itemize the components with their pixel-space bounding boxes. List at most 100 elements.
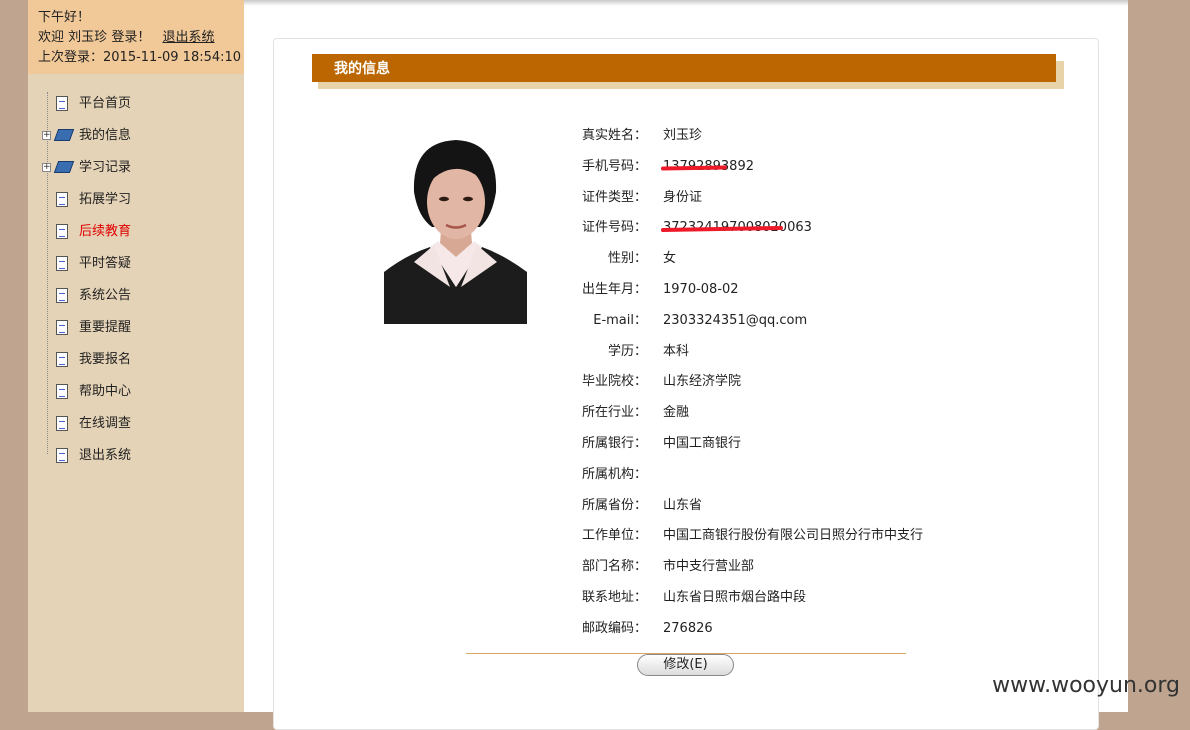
profile-value: 2303324351@qq.com <box>663 312 808 328</box>
sidebar: 下午好！ 欢迎 刘玉珍 登录！ 退出系统 上次登录：2015-11-09 18:… <box>28 0 244 712</box>
sidebar-item[interactable]: 后续教育 <box>28 216 244 248</box>
profile-label: 性别： <box>607 251 647 267</box>
sidebar-item-label: 平时答疑 <box>79 256 132 271</box>
profile-row: 出生年月： 1970-08-02 <box>556 275 739 306</box>
profile-row: 邮政编码： 276826 <box>556 614 713 645</box>
document-icon <box>56 192 68 207</box>
profile-value: 山东省日照市烟台路中段 <box>663 589 807 605</box>
profile-label: 部门名称： <box>581 559 647 575</box>
profile-label: 证件号码： <box>581 220 647 236</box>
sidebar-item-label: 平台首页 <box>79 96 132 111</box>
user-name: 刘玉珍 <box>68 30 108 45</box>
document-icon <box>56 224 68 239</box>
profile-row: 学历： 本科 <box>556 337 689 368</box>
redaction-mark <box>660 165 728 171</box>
profile-value: 1970-08-02 <box>663 281 739 297</box>
profile-label: 联系地址： <box>581 589 647 605</box>
profile-label: E-mail： <box>593 312 647 328</box>
expand-icon[interactable]: + <box>42 163 51 172</box>
sidebar-item[interactable]: + 学习记录 <box>28 152 244 184</box>
sidebar-tree: 平台首页 + 我的信息 + 学习记录拓展学习后续教育平时答疑系统公告重要提醒我要报名帮助… <box>28 88 244 472</box>
profile-label: 所属省份： <box>581 497 647 513</box>
profile-row: 联系地址： 山东省日照市烟台路中段 <box>556 583 806 614</box>
profile-value: 山东经济学院 <box>663 374 742 390</box>
document-icon <box>56 256 68 271</box>
sidebar-item[interactable]: 系统公告 <box>28 280 244 312</box>
profile-photo <box>384 137 527 324</box>
document-icon <box>56 352 68 367</box>
profile-row: 所在行业： 金融 <box>556 398 689 429</box>
book-icon <box>53 161 75 173</box>
sidebar-item[interactable]: 拓展学习 <box>28 184 244 216</box>
greeting-text: 下午好！ <box>38 10 91 25</box>
profile-value: 刘玉珍 <box>663 128 703 143</box>
profile-row: 毕业院校： 山东经济学院 <box>556 367 741 398</box>
profile-value: 身份证 <box>663 189 703 205</box>
profile-label: 所在行业： <box>581 405 647 421</box>
profile-row: 部门名称： 市中支行营业部 <box>556 552 754 583</box>
sidebar-item[interactable]: 退出系统 <box>28 440 244 472</box>
profile-label: 所属银行： <box>581 435 647 451</box>
profile-label: 所属机构： <box>581 466 647 482</box>
profile-label: 工作单位： <box>581 528 647 544</box>
welcome-prefix: 欢迎 <box>38 30 65 45</box>
profile-row: 所属机构： <box>556 460 647 491</box>
profile-row: E-mail： 2303324351@qq.com <box>556 306 807 337</box>
profile-row: 手机号码：13792893892 <box>556 152 754 183</box>
sidebar-item[interactable]: + 我的信息 <box>28 120 244 152</box>
sidebar-item-label: 系统公告 <box>79 288 132 303</box>
sidebar-item[interactable]: 重要提醒 <box>28 312 244 344</box>
sidebar-item[interactable]: 平时答疑 <box>28 248 244 280</box>
top-shadow <box>244 0 1128 6</box>
sidebar-item-label: 拓展学习 <box>79 192 132 207</box>
main-content: 我的信息 真实姓名： 刘玉珍 手机号码： 证件类型： 身份证 证件号码： 性别：… <box>244 0 1128 730</box>
sidebar-item-label: 退出系统 <box>79 448 132 463</box>
sidebar-item[interactable]: 平台首页 <box>28 88 244 120</box>
document-icon <box>56 448 68 463</box>
sidebar-item[interactable]: 我要报名 <box>28 344 244 376</box>
last-login: 上次登录：2015-11-09 18:54:10 <box>38 50 242 65</box>
modify-button[interactable]: 修改(E) <box>637 654 734 676</box>
profile-info-list: 真实姓名： 刘玉珍手机号码：13792893892 证件类型： 身份证证件号码：372… <box>556 121 923 645</box>
sidebar-item[interactable]: 在线调查 <box>28 408 244 440</box>
watermark: www.wooyun.org <box>992 673 1180 698</box>
profile-value: 中国工商银行股份有限公司日照分行市中支行 <box>663 528 924 544</box>
document-icon <box>56 416 68 431</box>
welcome-line: 欢迎 刘玉珍 登录！ 退出系统 <box>38 28 244 48</box>
sidebar-item-label: 学习记录 <box>79 160 132 175</box>
profile-value: 本科 <box>663 343 690 359</box>
sidebar-item[interactable]: 帮助中心 <box>28 376 244 408</box>
sidebar-item-label: 我的信息 <box>79 128 132 143</box>
profile-label: 真实姓名： <box>581 128 647 143</box>
sidebar-item-label: 后续教育 <box>79 224 132 239</box>
sidebar-item-label: 重要提醒 <box>79 320 132 335</box>
profile-row: 证件号码：372324197008020063 <box>556 213 812 244</box>
book-icon <box>53 129 75 141</box>
profile-row: 性别： 女 <box>556 244 676 275</box>
profile-value: 山东省 <box>663 497 703 513</box>
logout-link[interactable]: 退出系统 <box>162 30 214 45</box>
profile-label: 手机号码： <box>581 158 647 174</box>
profile-label: 证件类型： <box>581 189 647 205</box>
user-greeting-panel: 下午好！ 欢迎 刘玉珍 登录！ 退出系统 上次登录：2015-11-09 18:… <box>28 0 244 74</box>
info-panel: 我的信息 真实姓名： 刘玉珍 手机号码： 证件类型： 身份证 证件号码： 性别：… <box>273 38 1099 730</box>
profile-row: 证件类型： 身份证 <box>556 183 702 214</box>
profile-label: 邮政编码： <box>581 620 647 636</box>
sidebar-item-label: 帮助中心 <box>79 384 132 399</box>
profile-row: 真实姓名： 刘玉珍 <box>556 121 702 152</box>
document-icon <box>56 320 68 335</box>
profile-value: 中国工商银行 <box>663 435 742 451</box>
document-icon <box>56 96 68 111</box>
expand-icon[interactable]: + <box>42 131 51 140</box>
profile-label: 学历： <box>607 343 647 359</box>
profile-row: 所属银行： 中国工商银行 <box>556 429 741 460</box>
sidebar-item-label: 我要报名 <box>79 352 132 367</box>
document-icon <box>56 288 68 303</box>
document-icon <box>56 384 68 399</box>
profile-row: 工作单位： 中国工商银行股份有限公司日照分行市中支行 <box>556 521 923 552</box>
profile-label: 毕业院校： <box>581 374 647 390</box>
profile-value: 女 <box>663 251 677 267</box>
section-title: 我的信息 <box>312 54 1056 82</box>
welcome-suffix: 登录！ <box>111 30 151 45</box>
sidebar-item-label: 在线调查 <box>79 416 132 431</box>
